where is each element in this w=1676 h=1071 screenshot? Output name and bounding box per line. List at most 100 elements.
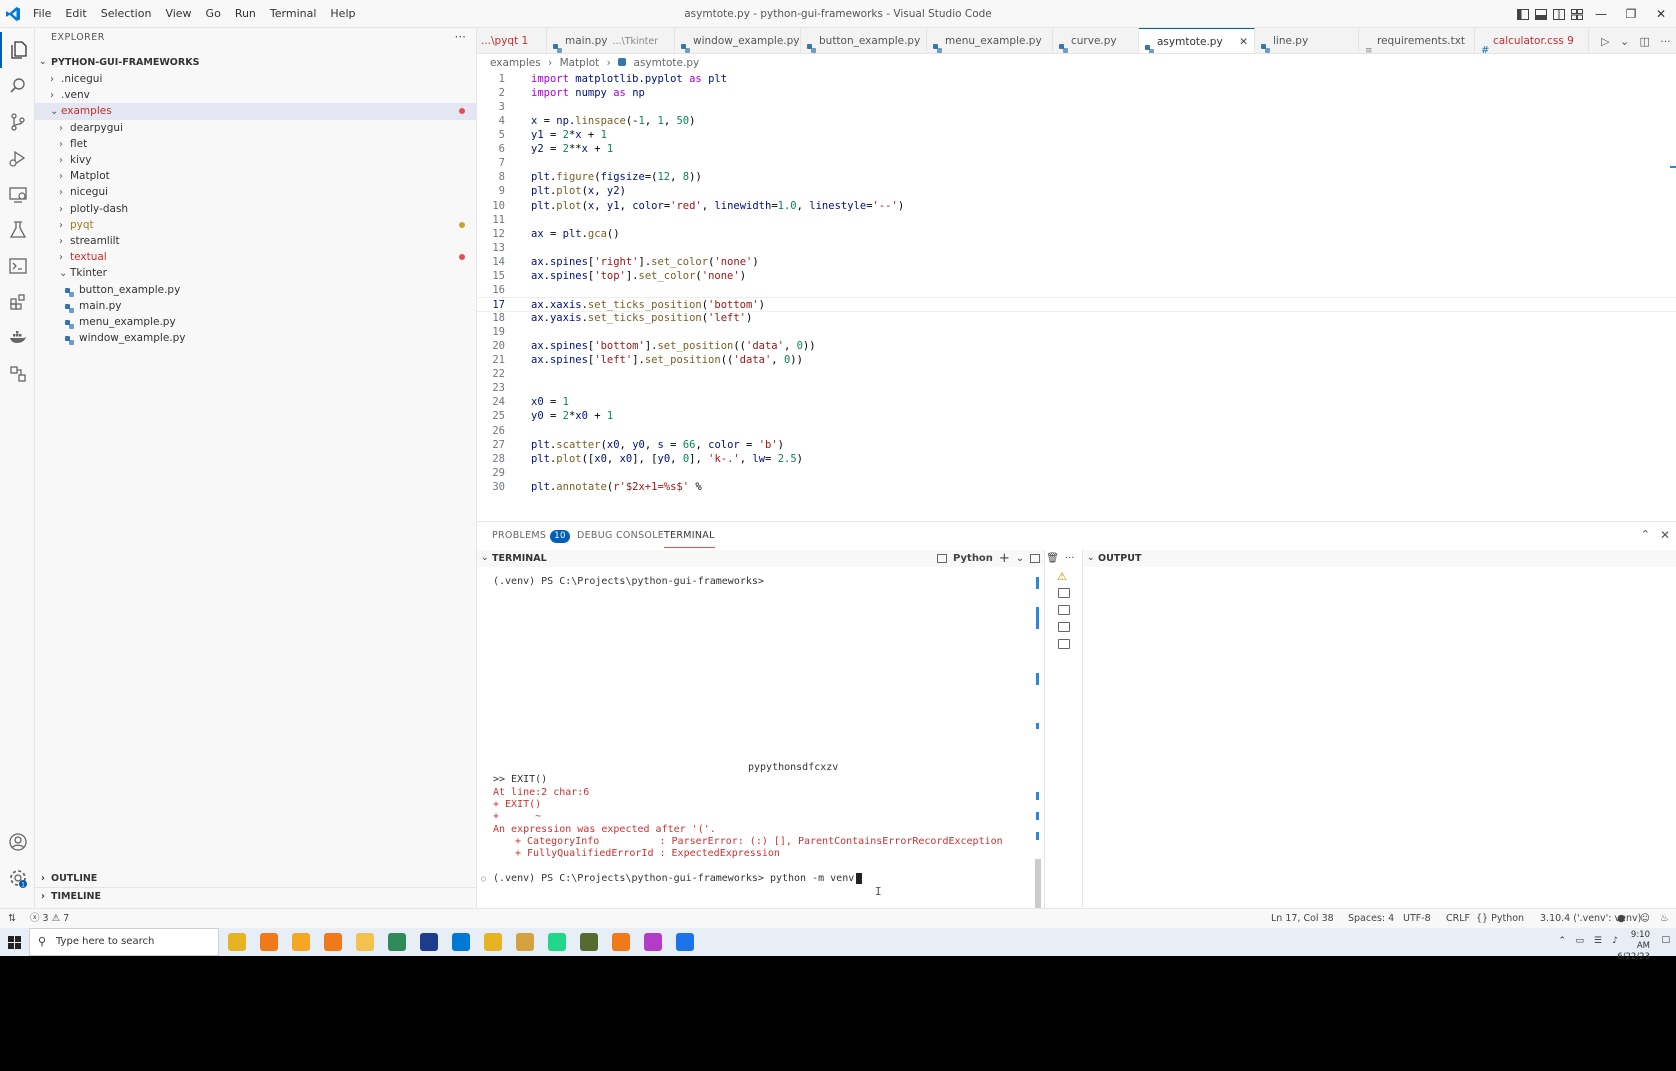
more-editor-actions-icon[interactable]: ··· (1660, 35, 1671, 48)
tree-folder[interactable]: › nicegui (35, 184, 477, 201)
menu-go[interactable]: Go (199, 0, 228, 28)
close-window-icon[interactable]: ✕ (1646, 0, 1676, 28)
menu-file[interactable]: File (26, 0, 58, 28)
encoding[interactable]: UTF-8 (1403, 909, 1431, 928)
taskbar-app-icon[interactable] (260, 933, 278, 951)
terminal-instance-icon[interactable] (1058, 605, 1070, 615)
command-decoration-icon[interactable]: ○ (481, 874, 486, 883)
indentation[interactable]: Spaces: 4 (1348, 909, 1394, 928)
tree-file[interactable]: menu_example.py (35, 314, 477, 331)
breadcrumb-file[interactable]: asymtote.py (634, 57, 700, 69)
accounts-icon[interactable] (0, 824, 35, 860)
output-view[interactable] (1082, 567, 1676, 909)
editor-tab[interactable]: ...\pyqt 1 (477, 28, 547, 53)
source-control-icon[interactable] (0, 104, 35, 140)
notification-center-icon[interactable]: □ (1661, 935, 1670, 945)
restore-icon[interactable]: ❐ (1616, 0, 1646, 28)
workspace-root[interactable]: ⌄ PYTHON-GUI-FRAMEWORKS (35, 54, 477, 71)
run-dropdown-icon[interactable]: ⌄ (1620, 35, 1629, 48)
more-actions-icon[interactable]: ··· (455, 30, 466, 44)
language-mode[interactable]: {} Python (1476, 909, 1524, 928)
terminal-icon[interactable] (0, 248, 35, 284)
toggle-secondary-sidebar-icon[interactable] (1550, 0, 1568, 28)
tree-folder[interactable]: › .nicegui (35, 71, 477, 88)
warning-icon[interactable]: ⚠ (1057, 570, 1067, 583)
customize-layout-icon[interactable] (1568, 0, 1586, 28)
network-icon[interactable]: ☰ (1594, 936, 1602, 946)
problems-status[interactable]: ⓧ 3 ⚠ 7 (30, 909, 69, 928)
terminal-output[interactable]: (.venv) PS C:\Projects\python-gui-framew… (477, 567, 1044, 909)
terminal-instance-icon[interactable] (1058, 588, 1070, 598)
taskbar-app-icon[interactable] (484, 933, 502, 951)
taskbar-app-icon[interactable] (228, 933, 246, 951)
file-explorer-icon[interactable] (356, 933, 374, 951)
terminal-dropdown-icon[interactable]: ⌄ (1016, 550, 1024, 567)
testing-icon[interactable] (0, 212, 35, 248)
tree-folder[interactable]: › streamlilt (35, 233, 477, 250)
explorer-icon[interactable] (0, 32, 35, 68)
editor-tab[interactable]: line.py (1255, 28, 1359, 53)
run-file-icon[interactable]: ▷ (1601, 35, 1609, 48)
windows-start-icon[interactable] (0, 928, 28, 956)
tree-folder[interactable]: › flet (35, 136, 477, 153)
minimize-icon[interactable]: — (1586, 0, 1616, 28)
taskbar-app-icon[interactable] (580, 933, 598, 951)
vscode-taskbar-icon[interactable] (452, 933, 470, 951)
outline-section[interactable]: › OUTLINE (35, 870, 477, 887)
breadcrumb-matplot[interactable]: Matplot (560, 57, 600, 69)
editor-tab[interactable]: window_example.py (675, 28, 801, 53)
editor-tab[interactable]: # calculator.css 9 (1475, 28, 1589, 53)
scrollbar-thumb[interactable] (1035, 859, 1041, 909)
feedback-icon[interactable]: ☺ (1640, 909, 1650, 928)
tab-problems[interactable]: PROBLEMS 10 (492, 522, 570, 550)
menu-run[interactable]: Run (228, 0, 263, 28)
new-terminal-icon[interactable]: + (999, 550, 1010, 567)
taskbar-app-icon[interactable] (644, 933, 662, 951)
manage-gear-icon[interactable]: 1 (0, 860, 35, 896)
editor-tab[interactable]: ≡ requirements.txt (1359, 28, 1475, 53)
taskbar-app-icon[interactable] (324, 933, 342, 951)
editor-tab[interactable]: menu_example.py (927, 28, 1053, 53)
powershell-icon[interactable] (420, 933, 438, 951)
tree-file[interactable]: main.py (35, 298, 477, 315)
editor-tab[interactable]: asymtote.py ✕ (1139, 28, 1255, 53)
tab-terminal[interactable]: TERMINAL (664, 522, 715, 548)
taskbar-app-icon[interactable] (388, 933, 406, 951)
tab-debug-console[interactable]: DEBUG CONSOLE (577, 522, 664, 550)
close-tab-icon[interactable]: ✕ (1239, 29, 1248, 53)
split-editor-icon[interactable]: ◫ (1640, 35, 1650, 48)
editor-tab[interactable]: main.py ...\Tkinter (547, 28, 675, 53)
timeline-section[interactable]: › TIMELINE (35, 887, 477, 904)
python-interpreter[interactable]: 3.10.4 ('.venv': venv) (1540, 909, 1641, 928)
extensions-icon[interactable] (0, 284, 35, 320)
terminal-instance-icon[interactable] (1058, 622, 1070, 632)
editor-tab[interactable]: button_example.py (801, 28, 927, 53)
tree-file[interactable]: window_example.py (35, 330, 477, 347)
terminal-instance-icon[interactable] (1058, 639, 1070, 649)
editor-tab[interactable]: curve.py (1053, 28, 1139, 53)
taskbar-app-icon[interactable] (292, 933, 310, 951)
remote-icon[interactable] (0, 356, 35, 392)
tray-chevron-up-icon[interactable]: ⌃ (1558, 936, 1566, 946)
tree-folder[interactable]: › plotly-dash (35, 201, 477, 218)
pycharm-icon[interactable] (548, 933, 566, 951)
tree-folder[interactable]: › Matplot (35, 168, 477, 185)
search-icon[interactable] (0, 68, 35, 104)
terminal-scrollbar[interactable] (1032, 567, 1044, 909)
taskbar-app-icon[interactable] (516, 933, 534, 951)
maximize-panel-icon[interactable]: ⌃ (1641, 528, 1650, 541)
menu-terminal[interactable]: Terminal (263, 0, 324, 28)
code-editor[interactable]: 1 import matplotlib.pyplot as plt 2 import … (477, 72, 1676, 521)
line-ending[interactable]: CRLF (1446, 909, 1470, 928)
menu-selection[interactable]: Selection (94, 0, 159, 28)
tree-folder[interactable]: › dearpygui (35, 120, 477, 137)
menu-edit[interactable]: Edit (58, 0, 93, 28)
menu-view[interactable]: View (158, 0, 198, 28)
tree-folder[interactable]: ⌄ Tkinter (35, 265, 477, 282)
maps-icon[interactable] (676, 933, 694, 951)
breadcrumb-examples[interactable]: examples (490, 57, 541, 69)
split-terminal-icon[interactable] (1030, 554, 1041, 563)
tree-folder[interactable]: › textual (35, 249, 477, 266)
taskbar-clock[interactable]: 9:10 AM 6/22/23 (1617, 930, 1650, 963)
menu-help[interactable]: Help (323, 0, 362, 28)
